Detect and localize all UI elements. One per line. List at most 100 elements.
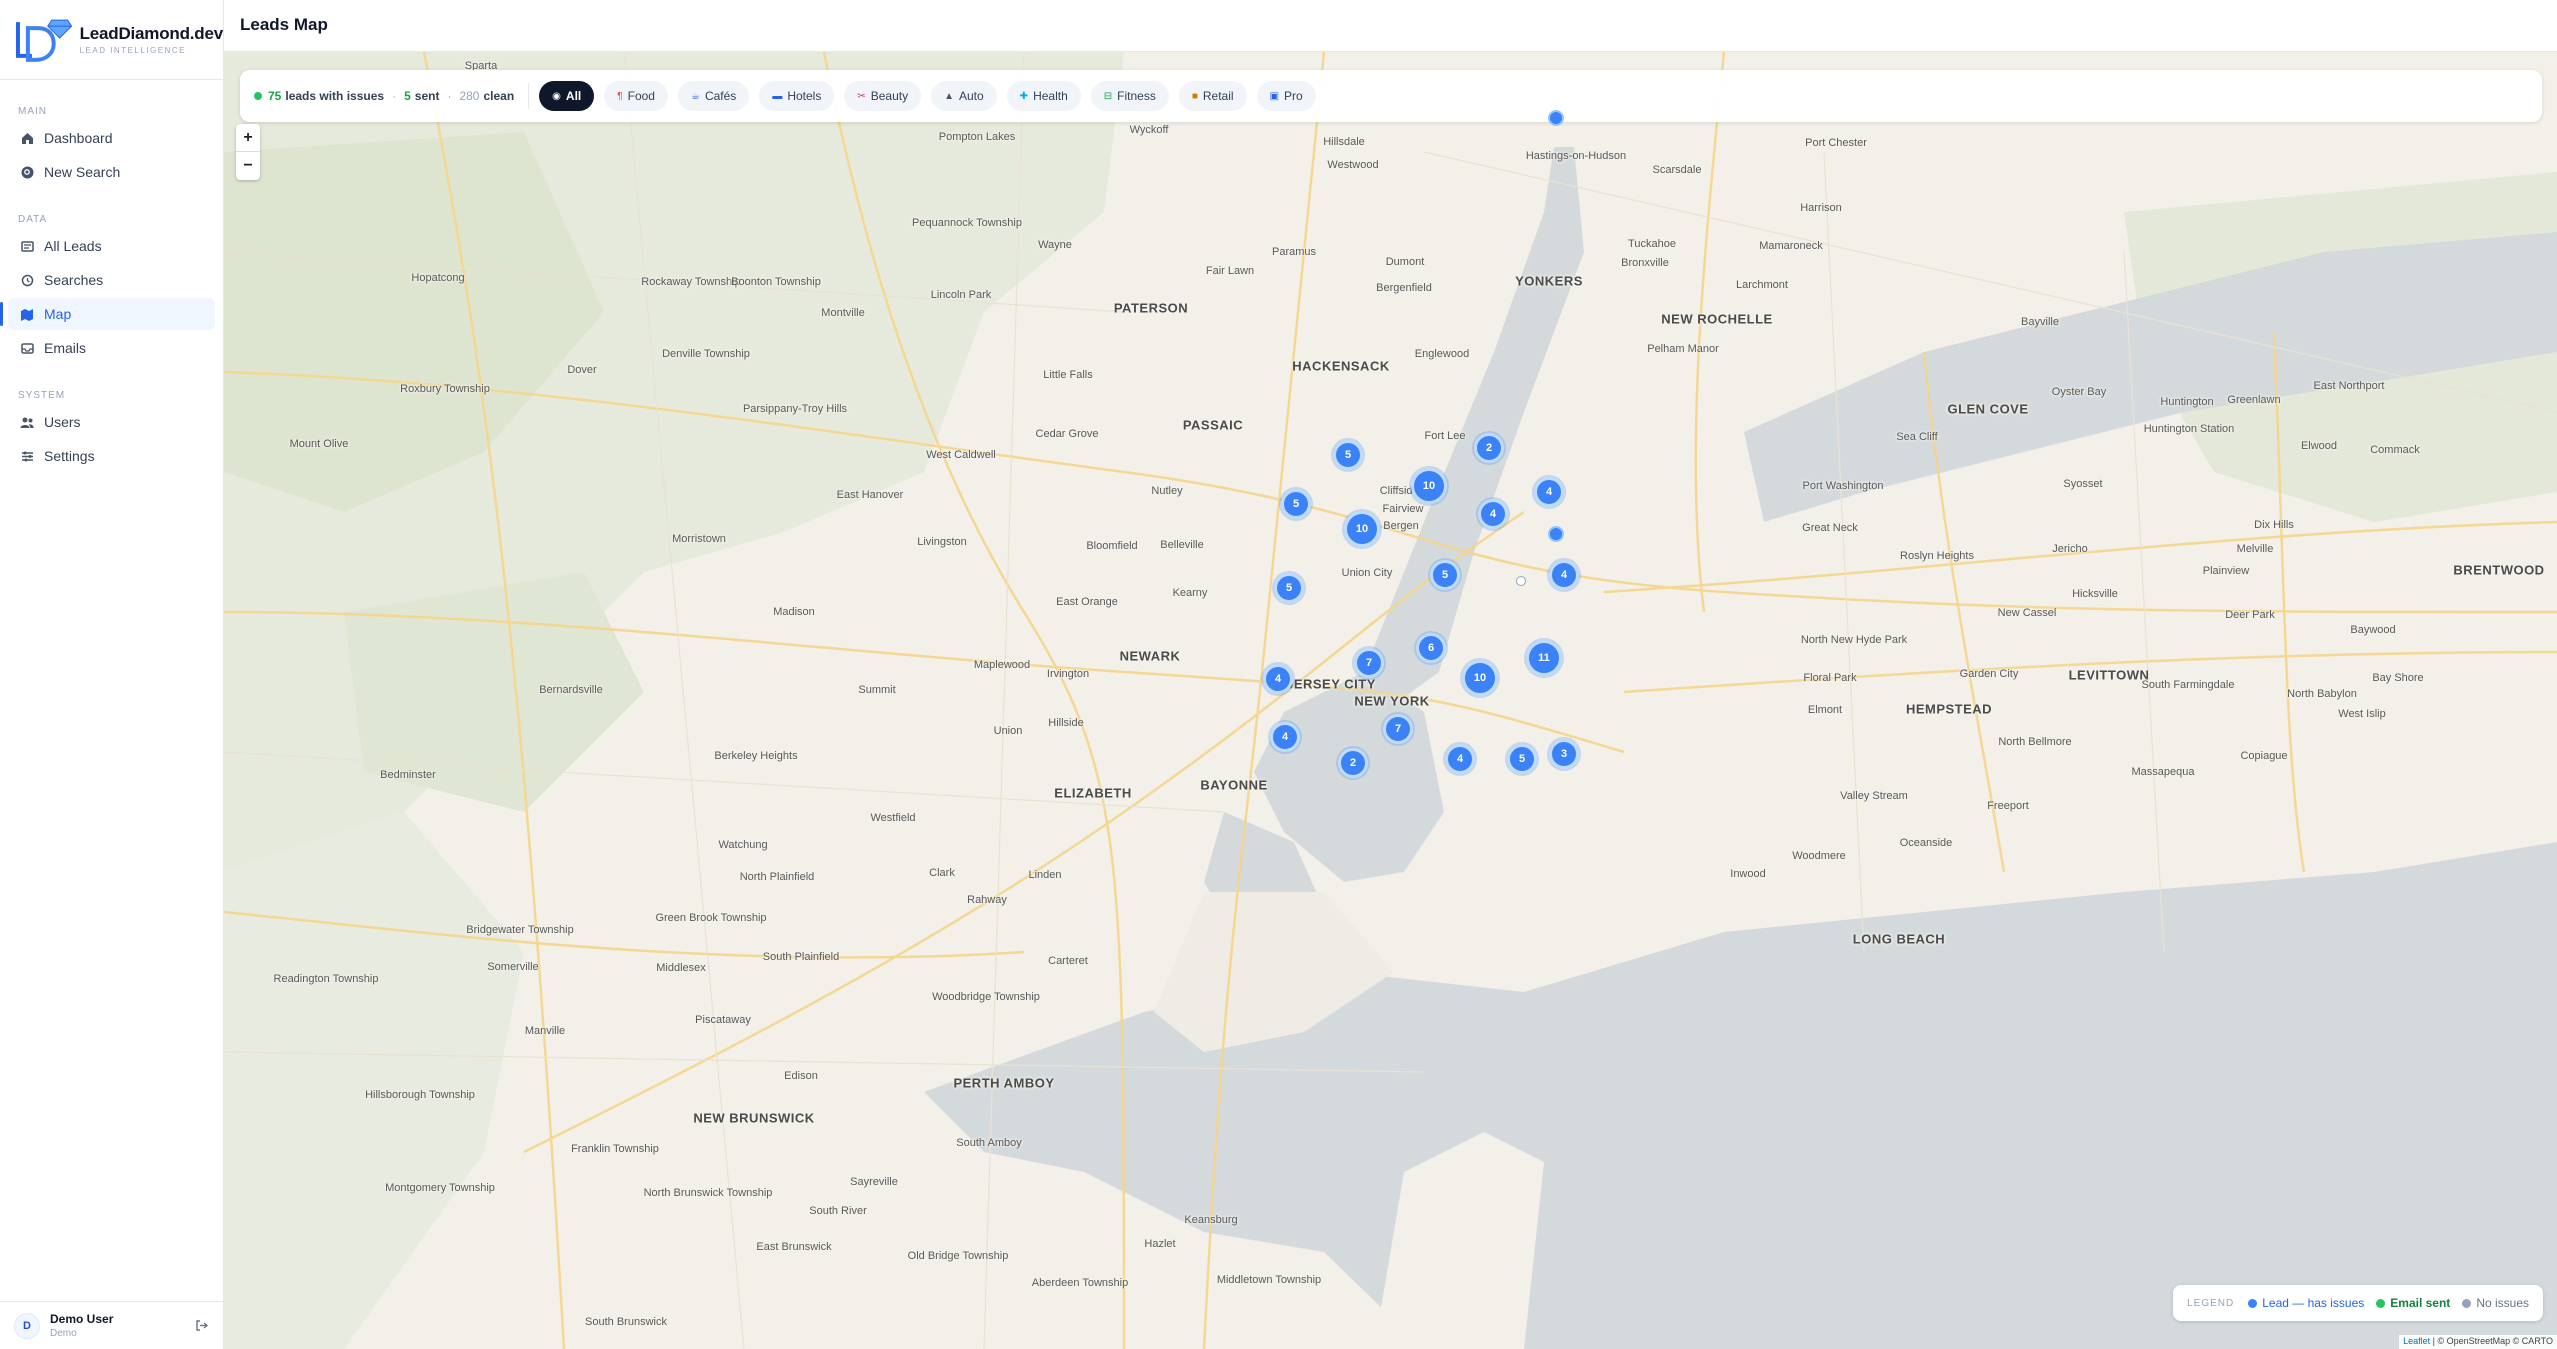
issues-count: 75	[268, 89, 282, 103]
leaflet-link[interactable]: Leaflet	[2403, 1336, 2430, 1346]
lead-cluster[interactable]: 2	[1338, 748, 1368, 778]
brand[interactable]: LeadDiamond.dev LEAD INTELLIGENCE	[0, 0, 223, 80]
sidebar-item-label: Dashboard	[44, 130, 113, 146]
lead-cluster[interactable]: 6	[1416, 633, 1446, 663]
place-label: South Brunswick	[585, 1316, 667, 1328]
chip-label: Food	[627, 89, 655, 103]
logout-icon[interactable]	[192, 1317, 210, 1335]
place-label: Harrison	[1800, 202, 1842, 214]
place-label: North New Hyde Park	[1800, 634, 1908, 646]
place-label: Paramus	[1271, 246, 1317, 258]
lead-cluster[interactable]: 11	[1526, 640, 1562, 676]
filter-chip-pro[interactable]: ▣ Pro	[1256, 81, 1316, 111]
zoom-in-button[interactable]: +	[236, 124, 260, 152]
filter-chip-retail[interactable]: ■ Retail	[1178, 81, 1247, 111]
place-label: Middletown Township	[1216, 1274, 1322, 1286]
lead-cluster[interactable]: 4	[1445, 744, 1475, 774]
lead-cluster[interactable]: 10	[1344, 511, 1380, 547]
lead-cluster[interactable]: 4	[1549, 560, 1579, 590]
chip-label: Fitness	[1117, 89, 1156, 103]
place-label: Oceanside	[1899, 837, 1953, 849]
legend-item-sent: Email sent	[2376, 1296, 2450, 1310]
sidebar-item-new-search[interactable]: New Search	[8, 156, 215, 188]
place-label: LONG BEACH	[1852, 931, 1946, 947]
user-name: Demo User	[50, 1312, 114, 1326]
place-label: Mount Olive	[289, 438, 349, 450]
filter-chip-hotels[interactable]: ▬ Hotels	[759, 81, 835, 111]
place-label: Floral Park	[1803, 672, 1857, 684]
sidebar-item-searches[interactable]: Searches	[8, 264, 215, 296]
filter-chip-health[interactable]: ✚ Health	[1006, 81, 1081, 111]
lead-cluster[interactable]: 5	[1430, 560, 1460, 590]
page-title: Leads Map	[240, 15, 328, 34]
lead-cluster[interactable]: 4	[1270, 722, 1300, 752]
lead-cluster[interactable]: 4	[1263, 664, 1293, 694]
place-label: GLEN COVE	[1947, 401, 2029, 417]
diamond-logo-icon	[15, 19, 72, 62]
place-label: Irvington	[1046, 668, 1090, 680]
lead-cluster[interactable]: 10	[1462, 660, 1498, 696]
sidebar-item-all-leads[interactable]: All Leads	[8, 230, 215, 262]
place-label: Montville	[821, 307, 865, 319]
lead-cluster[interactable]: 3	[1549, 739, 1579, 769]
place-label: Port Washington	[1802, 480, 1884, 492]
place-label: Greenlawn	[2227, 394, 2281, 406]
lead-cluster[interactable]: 5	[1333, 440, 1363, 470]
legend-label: Email sent	[2390, 1296, 2451, 1310]
lead-cluster[interactable]: 5	[1274, 573, 1304, 603]
lead-cluster[interactable]: 7	[1354, 648, 1384, 678]
place-label: Aberdeen Township	[1031, 1277, 1129, 1289]
lead-cluster[interactable]: 10	[1411, 468, 1447, 504]
avatar[interactable]: D	[14, 1312, 40, 1339]
lead-marker[interactable]	[1548, 526, 1564, 542]
legend-title: LEGEND	[2187, 1297, 2235, 1309]
place-label: Carteret	[1048, 955, 1088, 967]
sidebar-item-label: Map	[44, 306, 72, 322]
lead-cluster[interactable]: 5	[1507, 744, 1537, 774]
place-label: Massapequa	[2131, 766, 2195, 778]
place-label: Wayne	[1038, 239, 1072, 251]
place-label: Fort Lee	[1424, 430, 1466, 442]
filter-chip-cafes[interactable]: ☕ Cafés	[677, 81, 750, 111]
chip-label: Health	[1033, 89, 1068, 103]
place-label: Madison	[773, 606, 815, 618]
sidebar-item-emails[interactable]: Emails	[8, 332, 215, 364]
map-icon	[20, 307, 34, 321]
place-label: Somerville	[487, 961, 539, 973]
lead-marker[interactable]	[1548, 110, 1564, 126]
leads-map[interactable]: YONKERS NEW ROCHELLE PATERSON HACKENSACK…	[224, 52, 2557, 1349]
place-label: Jericho	[2052, 543, 2088, 555]
lead-cluster[interactable]: 4	[1478, 499, 1508, 529]
filter-chip-beauty[interactable]: ✂ Beauty	[844, 81, 922, 111]
lead-cluster[interactable]: 4	[1534, 477, 1564, 507]
leads-icon	[20, 239, 34, 253]
place-label: Great Neck	[1802, 522, 1858, 534]
issues-dot-icon	[2248, 1298, 2258, 1308]
place-label: Bernardsville	[539, 684, 603, 696]
zoom-out-button[interactable]: −	[236, 152, 260, 180]
lead-cluster[interactable]: 5	[1281, 489, 1311, 519]
filter-chip-fitness[interactable]: ⊟ Fitness	[1090, 81, 1169, 111]
place-label: Old Bridge Township	[907, 1250, 1009, 1262]
filter-chip-all[interactable]: ◉ All	[539, 81, 595, 111]
filter-chip-auto[interactable]: ▲ Auto	[931, 81, 997, 111]
history-icon	[20, 273, 34, 287]
sidebar-item-dashboard[interactable]: Dashboard	[8, 122, 215, 154]
nav-section-main: MAIN	[18, 106, 47, 117]
place-label: Inwood	[1730, 868, 1766, 880]
place-label: Hillsborough Township	[365, 1089, 475, 1101]
filter-chip-food[interactable]: ¶ Food	[604, 81, 668, 111]
place-label: Fairview	[1382, 503, 1424, 515]
beauty-icon: ✂	[857, 90, 866, 102]
place-label: NEW ROCHELLE	[1661, 311, 1773, 327]
clean-lead-marker[interactable]	[1516, 576, 1526, 586]
lead-cluster[interactable]: 7	[1383, 714, 1413, 744]
chip-label: Cafés	[704, 89, 737, 103]
lead-cluster[interactable]: 2	[1474, 433, 1504, 463]
place-label: North Plainfield	[739, 871, 815, 883]
place-label: Keansburg	[1184, 1214, 1238, 1226]
place-label: Deer Park	[2225, 609, 2275, 621]
sidebar-item-users[interactable]: Users	[8, 406, 215, 438]
sidebar-item-settings[interactable]: Settings	[8, 440, 215, 472]
sidebar-item-map[interactable]: Map	[0, 298, 215, 330]
